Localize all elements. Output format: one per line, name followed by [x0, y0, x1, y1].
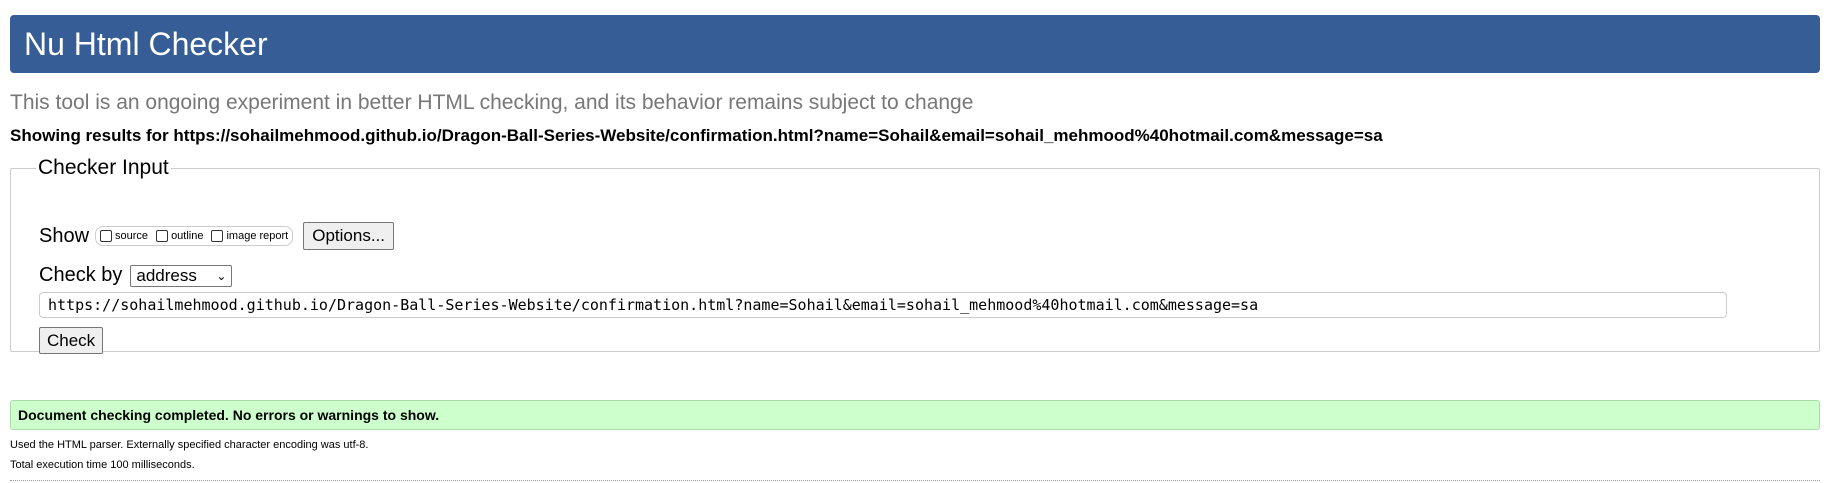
page-title: Nu Html Checker — [24, 25, 268, 62]
show-row: Show source outline image report Options… — [39, 222, 395, 250]
options-button[interactable]: Options... — [303, 222, 395, 250]
show-label: Show — [39, 224, 90, 247]
outline-checkbox[interactable] — [156, 230, 169, 242]
url-input[interactable]: https://sohailmehmood.github.io/Dragon-B… — [39, 292, 1727, 318]
nu-html-checker-page: Nu Html Checker This tool is an ongoing … — [0, 0, 1830, 483]
outline-checkbox-label[interactable]: outline — [171, 230, 203, 242]
parser-info: Used the HTML parser. Externally specifi… — [10, 439, 369, 451]
checker-input-fieldset: Checker Input Show source outline image … — [10, 156, 1820, 354]
check-by-select[interactable]: address ⌄ — [130, 264, 233, 287]
divider — [10, 480, 1820, 481]
check-button[interactable]: Check — [39, 327, 104, 354]
checker-input-legend: Checker Input — [38, 156, 169, 179]
header-bar: Nu Html Checker — [10, 15, 1820, 73]
source-checkbox[interactable] — [100, 230, 113, 242]
source-checkbox-label[interactable]: source — [115, 230, 148, 242]
chevron-down-icon: ⌄ — [216, 268, 227, 283]
show-option-image-report[interactable]: image report — [211, 230, 288, 242]
check-by-row: Check by address ⌄ — [39, 264, 233, 287]
check-by-select-value: address — [136, 265, 197, 285]
show-option-source[interactable]: source — [100, 230, 148, 242]
image-report-checkbox[interactable] — [211, 230, 224, 242]
show-options-group: source outline image report — [95, 226, 294, 246]
image-report-checkbox-label[interactable]: image report — [226, 230, 288, 242]
check-by-label: Check by — [39, 264, 123, 286]
show-option-outline[interactable]: outline — [156, 230, 203, 242]
execution-time: Total execution time 100 milliseconds. — [10, 459, 195, 471]
tagline: This tool is an ongoing experiment in be… — [10, 91, 974, 114]
results-for-heading: Showing results for https://sohailmehmoo… — [10, 126, 1383, 145]
success-message: Document checking completed. No errors o… — [10, 400, 1820, 430]
